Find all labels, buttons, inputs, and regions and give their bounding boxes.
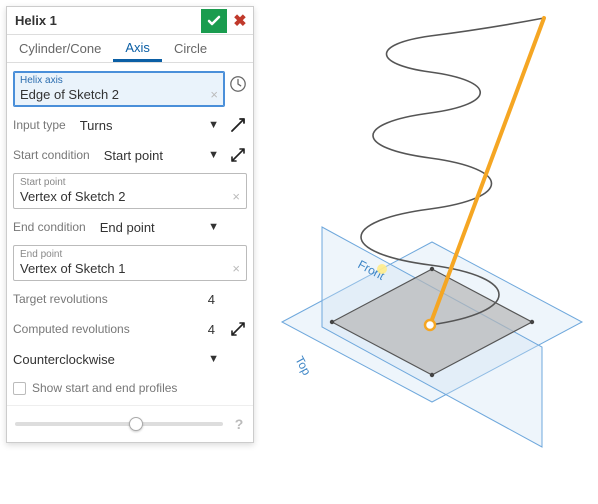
clear-icon[interactable]: ×	[210, 87, 218, 102]
highlight-dot	[377, 264, 387, 274]
chevron-down-icon: ▼	[208, 221, 219, 233]
tab-axis[interactable]: Axis	[113, 35, 162, 62]
clear-icon[interactable]: ×	[232, 189, 240, 204]
start-point-value: Vertex of Sketch 2	[20, 188, 240, 204]
computed-rev-label: Computed revolutions	[13, 322, 208, 336]
target-rev-value[interactable]: 4	[208, 292, 223, 307]
two-arrow-icon[interactable]	[229, 146, 247, 164]
input-type-select[interactable]: Turns ▼	[74, 113, 223, 137]
top-plane-label: Top	[292, 354, 314, 378]
cancel-button[interactable]: ✖	[227, 9, 253, 33]
dialog-title: Helix 1	[15, 13, 201, 28]
helix-axis-label: Helix axis	[20, 75, 218, 86]
two-arrow-icon[interactable]	[229, 320, 247, 338]
help-icon[interactable]: ?	[231, 416, 247, 432]
slider-row: ?	[13, 410, 247, 434]
start-point-label: Start point	[20, 177, 240, 188]
history-icon[interactable]	[229, 75, 247, 93]
start-condition-label: Start condition	[13, 148, 98, 162]
computed-rev-value: 4	[208, 322, 223, 337]
dialog-header: Helix 1 ✖	[7, 7, 253, 35]
start-point-field[interactable]: Start point Vertex of Sketch 2 ×	[13, 173, 247, 209]
show-profiles-row[interactable]: Show start and end profiles	[13, 375, 247, 401]
arrow-icon[interactable]	[229, 116, 247, 134]
start-condition-value: Start point	[104, 148, 163, 163]
end-condition-row: End condition End point ▼	[13, 213, 247, 241]
clear-icon[interactable]: ×	[232, 261, 240, 276]
chevron-down-icon: ▼	[208, 149, 219, 161]
close-icon: ✖	[233, 11, 246, 31]
end-point-field[interactable]: End point Vertex of Sketch 1 ×	[13, 245, 247, 281]
chevron-down-icon: ▼	[208, 353, 219, 365]
helix-axis-value: Edge of Sketch 2	[20, 86, 218, 102]
viewport-3d[interactable]: Top Front	[262, 6, 592, 498]
helix-axis-field[interactable]: Helix axis Edge of Sketch 2 ×	[13, 71, 225, 107]
input-type-row: Input type Turns ▼	[13, 111, 247, 139]
check-icon	[206, 13, 222, 29]
chevron-down-icon: ▼	[208, 119, 219, 131]
helix-dialog: Helix 1 ✖ Cylinder/Cone Axis Circle Heli…	[6, 6, 254, 443]
tab-circle[interactable]: Circle	[162, 35, 219, 62]
dialog-body: Helix axis Edge of Sketch 2 × Input type…	[7, 63, 253, 442]
end-point-label: End point	[20, 249, 240, 260]
end-condition-label: End condition	[13, 220, 94, 234]
input-type-label: Input type	[13, 118, 74, 132]
input-type-value: Turns	[80, 118, 113, 133]
direction-value: Counterclockwise	[13, 352, 115, 367]
end-point-value: Vertex of Sketch 1	[20, 260, 240, 276]
show-profiles-label: Show start and end profiles	[32, 381, 177, 395]
target-rev-label: Target revolutions	[13, 292, 208, 306]
confirm-button[interactable]	[201, 9, 227, 33]
start-vertex-marker	[425, 320, 435, 330]
computed-rev-row: Computed revolutions 4	[13, 315, 247, 343]
start-condition-row: Start condition Start point ▼	[13, 141, 247, 169]
target-rev-row: Target revolutions 4	[13, 285, 247, 313]
tab-bar: Cylinder/Cone Axis Circle	[7, 35, 253, 63]
slider[interactable]	[15, 422, 223, 426]
checkbox-icon[interactable]	[13, 382, 26, 395]
start-condition-select[interactable]: Start point ▼	[98, 143, 223, 167]
end-condition-select[interactable]: End point ▼	[94, 215, 223, 239]
end-condition-value: End point	[100, 220, 155, 235]
slider-thumb[interactable]	[129, 417, 143, 431]
tab-cylinder-cone[interactable]: Cylinder/Cone	[7, 35, 113, 62]
direction-row: Counterclockwise ▼	[13, 345, 247, 373]
divider	[7, 405, 253, 406]
direction-select[interactable]: Counterclockwise ▼	[13, 347, 223, 371]
